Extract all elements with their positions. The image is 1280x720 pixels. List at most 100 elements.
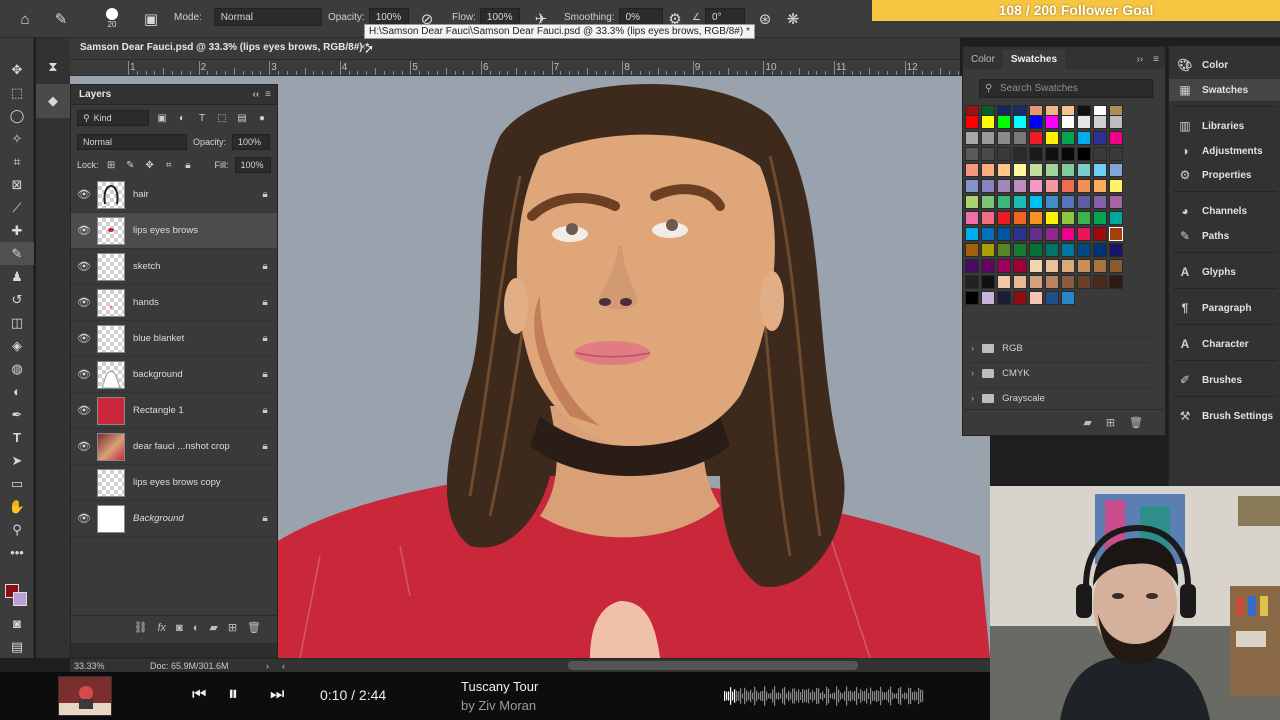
color-swatch[interactable] [965, 227, 979, 241]
collapse-swatches-icon[interactable]: ›› [1132, 50, 1147, 69]
color-swatch[interactable] [997, 115, 1011, 129]
canvas-horizontal-scrollbar[interactable] [568, 661, 858, 670]
filter-pixel-icon[interactable]: ▣ [155, 111, 169, 125]
color-swatch[interactable] [981, 115, 995, 129]
eye-icon[interactable]: 👁︎ [71, 368, 97, 381]
color-swatch[interactable] [1109, 275, 1123, 289]
healing-tool-icon[interactable]: ✚ [0, 219, 34, 242]
tab-swatches[interactable]: Swatches [1002, 50, 1066, 69]
layer-row[interactable]: 👁︎ Background 🔒︎ [71, 501, 277, 537]
history-panel-icon[interactable]: ⧗ [36, 50, 70, 84]
color-swatch[interactable] [1029, 131, 1043, 145]
crop-tool-icon[interactable]: ⌗ [0, 150, 34, 173]
filter-smart-object-icon[interactable]: ▤ [235, 111, 249, 125]
color-swatch[interactable] [997, 179, 1011, 193]
color-swatch[interactable] [997, 259, 1011, 273]
color-swatch[interactable] [1045, 195, 1059, 209]
layer-row[interactable]: 👁︎ dear fauci ...nshot crop 🔒︎ [71, 429, 277, 465]
color-swatch[interactable] [965, 291, 979, 305]
layer-opacity-field[interactable]: 100% [232, 134, 271, 150]
color-swatch[interactable] [981, 163, 995, 177]
swatch-group-cmyk[interactable]: › CMYK [971, 362, 1151, 384]
color-swatch[interactable] [1093, 259, 1107, 273]
color-swatch[interactable] [965, 131, 979, 145]
color-swatch[interactable] [1061, 147, 1075, 161]
color-swatch[interactable] [1045, 211, 1059, 225]
color-swatch[interactable] [1109, 211, 1123, 225]
color-swatch[interactable] [1013, 115, 1027, 129]
color-swatch[interactable] [1029, 147, 1043, 161]
color-swatch[interactable] [1029, 211, 1043, 225]
color-swatch[interactable] [1029, 115, 1043, 129]
new-group-icon[interactable]: ▰ [1083, 416, 1091, 429]
color-swatch[interactable] [1109, 259, 1123, 273]
color-swatch[interactable] [1045, 179, 1059, 193]
color-swatch[interactable] [1029, 259, 1043, 273]
new-layer-icon[interactable]: ⊞ [228, 621, 237, 634]
color-swatch[interactable] [981, 291, 995, 305]
color-swatch[interactable] [1045, 131, 1059, 145]
color-swatch[interactable] [965, 147, 979, 161]
delete-swatch-icon[interactable]: 🗑︎ [1129, 416, 1143, 429]
panel-item-paths[interactable]: ✎ Paths [1169, 225, 1280, 247]
lasso-tool-icon[interactable]: ◯ [0, 104, 34, 127]
color-swatch[interactable] [1093, 211, 1107, 225]
color-swatch[interactable] [997, 227, 1011, 241]
more-tools-icon[interactable]: ••• [0, 541, 34, 564]
color-swatch[interactable] [997, 275, 1011, 289]
zoom-level[interactable]: 33.33% [74, 661, 105, 671]
document-tab[interactable]: Samson Dear Fauci.psd @ 33.3% (lips eyes… [70, 38, 960, 60]
layer-row[interactable]: 👁︎ lips eyes brows [71, 213, 277, 249]
brush-preset-icon[interactable]: ✎ [50, 8, 72, 30]
eye-icon[interactable]: 👁︎ [71, 188, 97, 201]
paint-bucket-tool-icon[interactable]: ◈ [0, 334, 34, 357]
layers-panel-icon[interactable]: ◆ [36, 84, 70, 118]
lock-image-icon[interactable]: ✎ [124, 158, 137, 172]
color-swatch[interactable] [1109, 147, 1123, 161]
marquee-tool-icon[interactable]: ⬚ [0, 81, 34, 104]
color-swatch[interactable] [981, 243, 995, 257]
new-swatch-icon[interactable]: ⊞ [1106, 416, 1115, 429]
color-swatch[interactable] [1029, 291, 1043, 305]
color-swatch[interactable] [1029, 227, 1043, 241]
color-swatch[interactable] [1093, 195, 1107, 209]
panel-item-paragraph[interactable]: ¶ Paragraph [1169, 297, 1280, 319]
color-swatch[interactable] [1109, 227, 1123, 241]
lock-all-icon[interactable]: 🔒︎ [181, 158, 194, 172]
swatches-menu-icon[interactable]: ≡ [1147, 50, 1165, 69]
color-swatch[interactable] [997, 195, 1011, 209]
scroll-left-icon[interactable]: ‹ [282, 661, 285, 671]
panel-item-libraries[interactable]: ▥ Libraries [1169, 115, 1280, 137]
color-swatch[interactable] [1013, 211, 1027, 225]
color-swatch[interactable] [997, 291, 1011, 305]
color-swatch[interactable] [1077, 243, 1091, 257]
lock-artboard-icon[interactable]: ⌗ [162, 158, 175, 172]
swatch-group-grayscale[interactable]: › Grayscale [971, 387, 1151, 409]
dodge-tool-icon[interactable]: ◐ [0, 380, 34, 403]
color-swatch[interactable] [1093, 115, 1107, 129]
color-swatch[interactable] [1013, 291, 1027, 305]
panel-item-color[interactable]: 🎨︎ Color [1169, 54, 1280, 76]
tab-color[interactable]: Color [963, 50, 1003, 69]
color-swatch[interactable] [1061, 259, 1075, 273]
layer-filter-select[interactable]: ⚲ Kind [77, 110, 149, 126]
filter-adjustment-icon[interactable]: ◐ [175, 111, 189, 125]
layer-row[interactable]: lips eyes brows copy [71, 465, 277, 501]
panel-item-character[interactable]: A Character [1169, 333, 1280, 355]
color-swatch[interactable] [981, 227, 995, 241]
color-swatch[interactable] [1093, 243, 1107, 257]
brush-tool-icon[interactable]: ✎ [0, 242, 34, 265]
eraser-tool-icon[interactable]: ◫ [0, 311, 34, 334]
panel-item-glyphs[interactable]: A Glyphs [1169, 261, 1280, 283]
background-color-swatch[interactable] [13, 592, 27, 606]
color-swatch[interactable] [1077, 275, 1091, 289]
history-brush-tool-icon[interactable]: ↺ [0, 288, 34, 311]
eye-icon[interactable]: 👁︎ [71, 332, 97, 345]
color-swatch[interactable] [1061, 243, 1075, 257]
color-swatch[interactable] [981, 131, 995, 145]
color-swatch[interactable] [1045, 259, 1059, 273]
color-swatch[interactable] [1093, 179, 1107, 193]
color-swatch[interactable] [1077, 147, 1091, 161]
panel-item-swatches[interactable]: ▦ Swatches [1169, 79, 1280, 101]
color-swatch[interactable] [1093, 163, 1107, 177]
